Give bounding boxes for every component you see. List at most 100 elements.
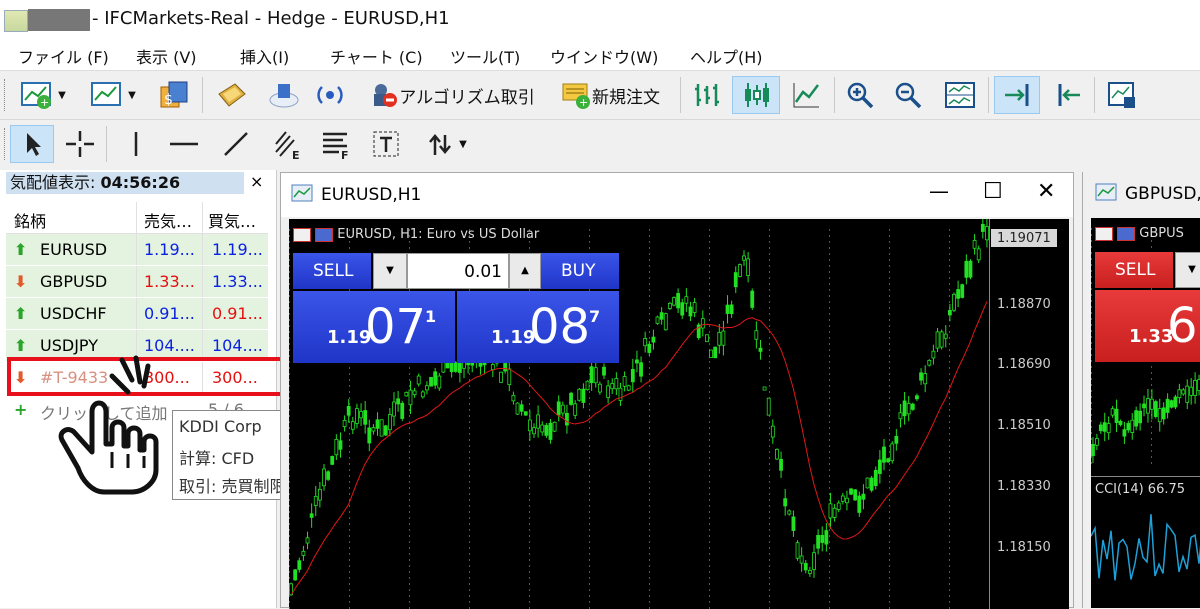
column-divider[interactable] bbox=[202, 202, 203, 233]
grid-dot bbox=[349, 247, 350, 249]
candle-body bbox=[923, 373, 928, 385]
navigator-button[interactable] bbox=[210, 76, 254, 114]
grid-dot bbox=[529, 553, 530, 555]
text-label-button[interactable] bbox=[366, 125, 406, 163]
grid-dot bbox=[1091, 456, 1092, 458]
bar-chart-button[interactable] bbox=[686, 76, 728, 114]
grid-dot bbox=[589, 523, 590, 525]
sell-price-button[interactable]: 1.33 60 bbox=[1095, 290, 1200, 362]
trendline-button[interactable] bbox=[216, 125, 256, 163]
menu-tools[interactable]: ツール(T) bbox=[450, 44, 520, 68]
grid-dot bbox=[829, 427, 830, 429]
grid-dot bbox=[769, 445, 770, 447]
menu-help[interactable]: ヘルプ(H) bbox=[690, 44, 763, 68]
buy-button[interactable]: BUY bbox=[541, 253, 619, 289]
grid-dot bbox=[289, 553, 290, 555]
close-button[interactable]: ✕ bbox=[1037, 179, 1055, 204]
header-bid[interactable]: 売気… bbox=[144, 208, 192, 232]
line-chart-button[interactable] bbox=[784, 76, 828, 114]
grid-dot bbox=[769, 439, 770, 441]
table-row[interactable]: ⬆ USDCHF 0.91... 0.91... bbox=[6, 298, 268, 330]
grid-dot bbox=[949, 271, 950, 273]
svg-text:F: F bbox=[341, 149, 349, 160]
algo-trading-button[interactable]: アルゴリズム取引 bbox=[364, 76, 540, 114]
indicator-divider[interactable] bbox=[1091, 476, 1200, 477]
buy-price-button[interactable]: 1.19 08 7 bbox=[457, 291, 619, 363]
candle-body bbox=[1189, 386, 1194, 396]
lot-decrease-button[interactable]: ▼ bbox=[373, 253, 407, 289]
grid-dot bbox=[829, 529, 830, 531]
auto-scroll-button[interactable] bbox=[994, 76, 1040, 114]
lot-decrease-button[interactable]: ▼ bbox=[1175, 252, 1200, 288]
zoom-in-button[interactable] bbox=[840, 76, 880, 114]
chart-shift-button[interactable] bbox=[1046, 76, 1088, 114]
grid-dot bbox=[1091, 240, 1092, 242]
maximize-button[interactable]: ☐ bbox=[983, 179, 1003, 204]
price-chart[interactable]: EURUSD, H1: Euro vs US Dollar SELL ▼ 0.0… bbox=[289, 219, 1069, 609]
cursor-button[interactable] bbox=[10, 125, 54, 163]
vertical-line-button[interactable] bbox=[118, 125, 154, 163]
signals-button[interactable] bbox=[310, 76, 350, 114]
new-order-button[interactable]: + 新規注文 bbox=[550, 76, 670, 114]
column-divider[interactable] bbox=[136, 202, 137, 233]
grid-dot bbox=[349, 379, 350, 381]
lot-size-input[interactable]: 0.01 bbox=[407, 253, 509, 289]
header-symbol[interactable]: 銘柄 bbox=[14, 208, 46, 232]
grid-dot bbox=[709, 523, 710, 525]
zoom-out-button[interactable] bbox=[888, 76, 928, 114]
equidistant-channel-button[interactable]: E bbox=[266, 125, 310, 163]
grid-dot bbox=[769, 307, 770, 309]
menu-window[interactable]: ウインドウ(W) bbox=[550, 44, 658, 68]
candle-body bbox=[1149, 398, 1154, 410]
terminal-button[interactable] bbox=[262, 76, 306, 114]
toolbar-grip[interactable] bbox=[4, 79, 8, 111]
grid-dot bbox=[889, 295, 890, 297]
grid-dot bbox=[709, 457, 710, 459]
grid-dot bbox=[469, 469, 470, 471]
grid-dot bbox=[1091, 372, 1092, 374]
minimize-button[interactable]: — bbox=[929, 179, 949, 203]
horizontal-line-button[interactable] bbox=[164, 125, 204, 163]
close-icon[interactable]: × bbox=[250, 172, 263, 191]
candle-body bbox=[1138, 410, 1143, 424]
grid-dot bbox=[949, 325, 950, 327]
candle-body bbox=[593, 367, 598, 384]
sell-price-button[interactable]: 1.19 07 1 bbox=[293, 291, 455, 363]
save-template-button[interactable] bbox=[1100, 76, 1144, 114]
menu-insert[interactable]: 挿入(I) bbox=[240, 44, 289, 68]
grid-dot bbox=[649, 493, 650, 495]
candle-body bbox=[976, 248, 981, 261]
grid-dot bbox=[829, 583, 830, 585]
grid-dot bbox=[709, 301, 710, 303]
sell-button[interactable]: SELL bbox=[1095, 252, 1173, 288]
grid-dot bbox=[1091, 402, 1092, 404]
grid-dot bbox=[289, 253, 290, 255]
menu-chart[interactable]: チャート (C) bbox=[330, 44, 423, 68]
menu-file[interactable]: ファイル (F) bbox=[18, 44, 109, 68]
candle-body bbox=[371, 427, 376, 432]
sell-button[interactable]: SELL bbox=[293, 253, 371, 289]
grid-dot bbox=[949, 493, 950, 495]
grid-dot bbox=[1091, 342, 1092, 344]
menu-view[interactable]: 表示 (V) bbox=[136, 44, 197, 68]
price-chart[interactable]: GBPUS SELL ▼ 1.33 60 CCI(14) 66.75 bbox=[1091, 218, 1200, 608]
table-row[interactable]: ⬇ GBPUSD 1.33... 1.33... bbox=[6, 266, 268, 298]
header-ask[interactable]: 買気… bbox=[208, 208, 256, 232]
table-row[interactable]: ⬆ EURUSD 1.19... 1.19... bbox=[6, 234, 268, 266]
tile-windows-button[interactable] bbox=[938, 76, 982, 114]
candle-body bbox=[713, 346, 718, 359]
grid-dot bbox=[529, 541, 530, 543]
profiles-button[interactable]: ▼ bbox=[84, 76, 142, 114]
fibonacci-button[interactable]: F bbox=[314, 125, 358, 163]
arrows-button[interactable]: ▼ bbox=[414, 125, 478, 163]
chart-window-titlebar[interactable]: EURUSD,H1 — ☐ ✕ bbox=[281, 173, 1073, 217]
candlestick-button[interactable] bbox=[732, 76, 780, 114]
grid-dot bbox=[469, 511, 470, 513]
toolbar-grip[interactable] bbox=[4, 128, 8, 160]
grid-dot bbox=[529, 595, 530, 597]
crosshair-button[interactable] bbox=[60, 125, 100, 163]
lot-increase-button[interactable]: ▲ bbox=[509, 253, 541, 289]
grid-dot bbox=[769, 595, 770, 597]
market-watch-button[interactable]: $ bbox=[152, 76, 196, 114]
new-chart-button[interactable]: + ▼ bbox=[14, 76, 72, 114]
